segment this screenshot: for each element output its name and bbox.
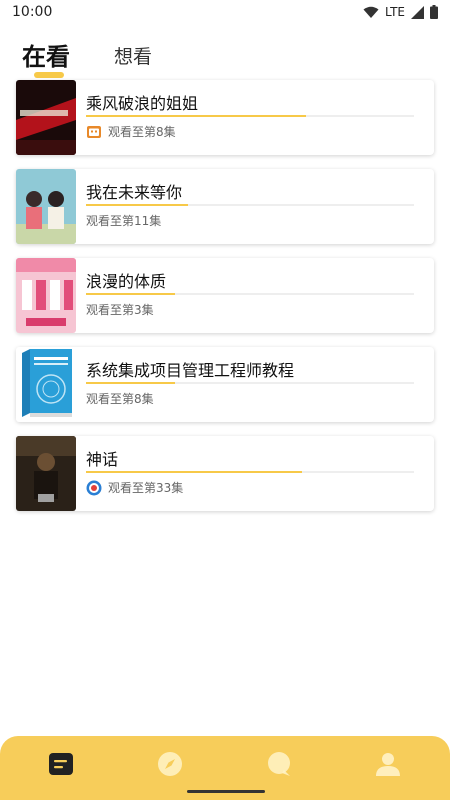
tab-bar: 在看 想看 — [22, 32, 152, 78]
show-card[interactable]: 我在未来等你 观看至第11集 — [16, 169, 434, 244]
nav-messages-button[interactable] — [265, 750, 293, 778]
tab-want-label: 想看 — [114, 46, 153, 68]
show-card[interactable]: 神话 观看至第33集 — [16, 436, 434, 511]
progress-track — [86, 204, 414, 206]
nav-profile-button[interactable] — [374, 750, 402, 778]
progress-fill — [86, 382, 175, 384]
status-time: 10:00 — [12, 4, 53, 20]
status-icons: LTE — [363, 5, 438, 19]
watch-progress-text: 观看至第3集 — [86, 303, 154, 317]
watch-progress-text: 观看至第11集 — [86, 214, 162, 228]
show-card[interactable]: 乘风破浪的姐姐 观看至第8集 — [16, 80, 434, 155]
progress-track — [86, 382, 414, 384]
network-label: LTE — [385, 5, 405, 19]
show-title: 神话 — [86, 450, 119, 469]
list-icon — [49, 753, 73, 775]
tab-want-to-watch[interactable]: 想看 — [114, 42, 152, 72]
status-bar: 10:00 LTE — [0, 0, 450, 24]
compass-icon — [158, 752, 182, 776]
show-card[interactable]: 系统集成项目管理工程师教程 观看至第8集 — [16, 347, 434, 422]
battery-icon — [430, 5, 438, 19]
show-poster — [16, 169, 76, 244]
progress-fill — [86, 471, 303, 473]
show-title: 我在未来等你 — [86, 183, 183, 202]
home-indicator — [187, 790, 265, 793]
progress-track — [86, 115, 414, 117]
show-poster — [16, 258, 76, 333]
show-poster — [16, 80, 76, 155]
bilibili-tv-icon — [86, 124, 102, 140]
progress-track — [86, 293, 414, 295]
progress-fill — [86, 204, 188, 206]
tab-watching[interactable]: 在看 — [22, 37, 70, 78]
watch-progress-text: 观看至第8集 — [108, 125, 176, 139]
show-poster — [16, 436, 76, 511]
chat-icon — [268, 752, 290, 776]
progress-fill — [86, 115, 306, 117]
watch-progress-text: 观看至第33集 — [108, 481, 184, 495]
profile-icon — [376, 753, 400, 776]
wifi-icon — [363, 6, 379, 18]
show-title: 浪漫的体质 — [86, 272, 167, 291]
show-poster — [16, 347, 76, 422]
nav-list-button[interactable] — [47, 750, 75, 778]
active-tab-indicator — [34, 72, 64, 78]
signal-icon — [411, 5, 424, 19]
show-title: 乘风破浪的姐姐 — [86, 94, 199, 113]
progress-track — [86, 471, 414, 473]
nav-discover-button[interactable] — [156, 750, 184, 778]
show-list: 乘风破浪的姐姐 观看至第8集 我在未来等你 观看至第11集 浪漫的体质 观看至第… — [16, 80, 434, 525]
watch-progress-text: 观看至第8集 — [86, 392, 154, 406]
show-title: 系统集成项目管理工程师教程 — [86, 361, 295, 380]
target-app-icon — [86, 480, 102, 496]
show-card[interactable]: 浪漫的体质 观看至第3集 — [16, 258, 434, 333]
progress-fill — [86, 293, 175, 295]
tab-watching-label: 在看 — [22, 43, 70, 71]
